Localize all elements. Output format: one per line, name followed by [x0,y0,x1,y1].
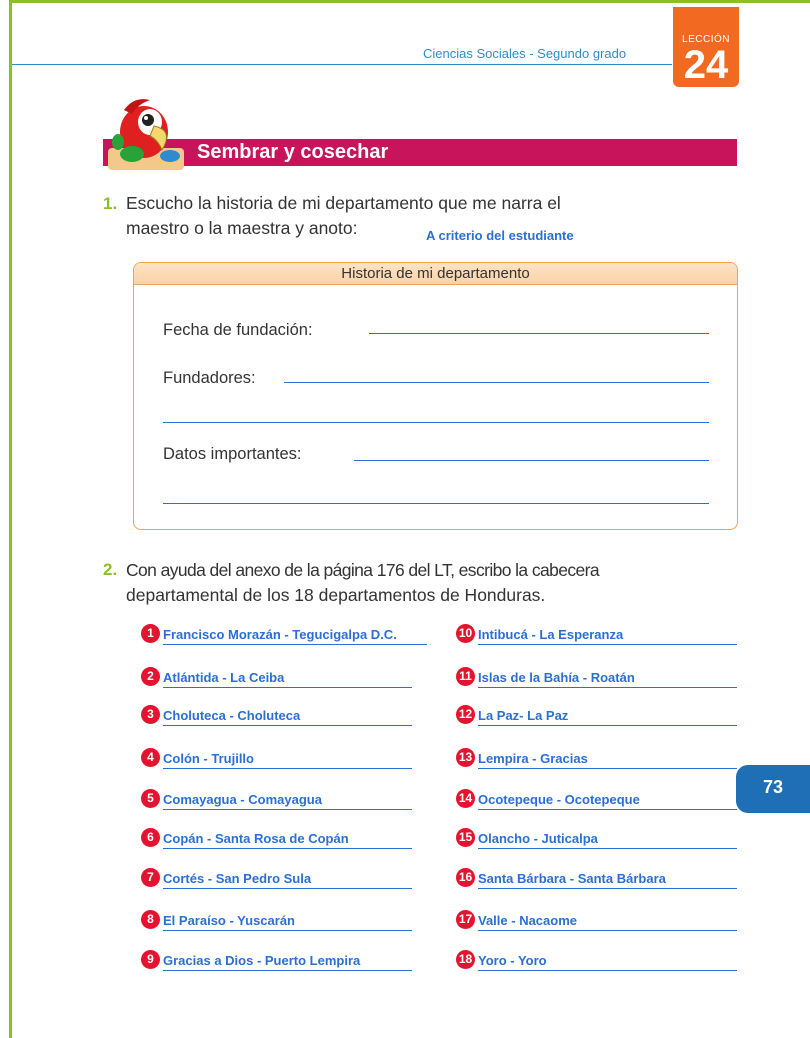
department-number-badge: 13 [456,748,475,767]
department-answer-line [163,768,412,769]
datos-importantes-line-2 [163,503,709,504]
fundadores-line-2 [163,422,709,423]
department-number-badge: 15 [456,828,475,847]
question-1-line-1: Escucho la historia de mi departamento q… [126,193,561,213]
department-capital-text: Copán - Santa Rosa de Copán [163,831,349,846]
department-answer-line [163,848,412,849]
department-capital-text: Choluteca - Choluteca [163,708,301,723]
department-answer-line [163,930,412,931]
department-capital-text: Francisco Morazán - Tegucigalpa D.C. [163,627,397,642]
department-capital-text: La Paz- La Paz [478,708,569,723]
department-answer-line [163,687,412,688]
department-capital-text: Santa Bárbara - Santa Bárbara [478,871,666,886]
department-number-badge: 3 [141,705,160,724]
box-header: Historia de mi departamento [134,263,737,285]
department-capital-text: Atlántida - La Ceiba [163,670,285,685]
department-number-badge: 18 [456,950,475,969]
department-answer-line [163,970,412,971]
course-header: Ciencias Sociales - Segundo grado [423,46,627,61]
department-capital-text: Gracias a Dios - Puerto Lempira [163,953,361,968]
department-capital-text: Valle - Nacaome [478,913,577,928]
department-number-badge: 10 [456,624,475,643]
department-capital-text: El Paraíso - Yuscarán [163,913,295,928]
department-answer-line [478,687,737,688]
fundadores-label: Fundadores: [163,369,256,387]
fecha-fundacion-line [369,333,709,334]
question-1-line-2: maestro o la maestra y anoto: [126,218,358,238]
department-answer-line [478,930,737,931]
datos-importantes-line [354,460,709,461]
department-capital-text: Comayagua - Comayagua [163,792,322,807]
department-number-badge: 12 [456,705,475,724]
department-number-badge: 8 [141,910,160,929]
question-1-number: 1. [103,194,118,213]
page-number: 73 [762,777,784,797]
question-2-line-2: departamental de los 18 departamentos de… [126,585,546,605]
department-number-badge: 16 [456,868,475,887]
department-answer-line [478,809,737,810]
department-answer-line [163,644,427,645]
department-history-box: Historia de mi departamento Fecha de fun… [133,262,738,530]
department-number-badge: 2 [141,667,160,686]
question-2-number: 2. [103,560,118,579]
department-capital-text: Yoro - Yoro [478,953,547,968]
department-capital-text: Colón - Trujillo [163,751,254,766]
department-answer-line [163,725,412,726]
department-number-badge: 1 [141,624,160,643]
header-rule [12,64,672,65]
datos-importantes-label: Datos importantes: [163,445,302,463]
department-answer-line [478,768,737,769]
department-answer-line [478,725,737,726]
department-number-badge: 17 [456,910,475,929]
department-number-badge: 11 [456,667,475,686]
parrot-mascot-icon [108,99,184,170]
department-capital-text: Intibucá - La Esperanza [478,627,624,642]
page-frame-top [9,0,810,3]
department-number-badge: 5 [141,789,160,808]
question-2-line-1: Con ayuda del anexo de la página 176 del… [126,560,600,580]
department-capital-text: Lempira - Gracias [478,751,588,766]
department-answer-line [478,970,737,971]
department-answer-line [478,888,737,889]
department-answer-line [163,888,412,889]
fundadores-line [284,382,709,383]
lesson-tab: LECCIÓN 24 [673,7,739,87]
page-number-tab: 73 [736,765,810,813]
department-answer-line [478,644,737,645]
section-title: Sembrar y cosechar [197,141,389,163]
department-answer-line [478,848,737,849]
department-number-badge: 4 [141,748,160,767]
department-number-badge: 6 [141,828,160,847]
department-capital-text: Ocotepeque - Ocotepeque [478,792,640,807]
page-frame-left [9,0,12,1038]
department-capital-text: Olancho - Juticalpa [478,831,598,846]
department-capital-text: Cortés - San Pedro Sula [163,871,312,886]
department-number-badge: 14 [456,789,475,808]
department-answer-line [163,809,412,810]
department-number-badge: 9 [141,950,160,969]
department-number-badge: 7 [141,868,160,887]
department-capital-text: Islas de la Bahía - Roatán [478,670,635,685]
box-title: Historia de mi departamento [341,265,530,282]
fecha-fundacion-label: Fecha de fundación: [163,321,313,339]
question-1-answer: A criterio del estudiante [426,228,574,243]
lesson-number: 24 [683,43,729,87]
